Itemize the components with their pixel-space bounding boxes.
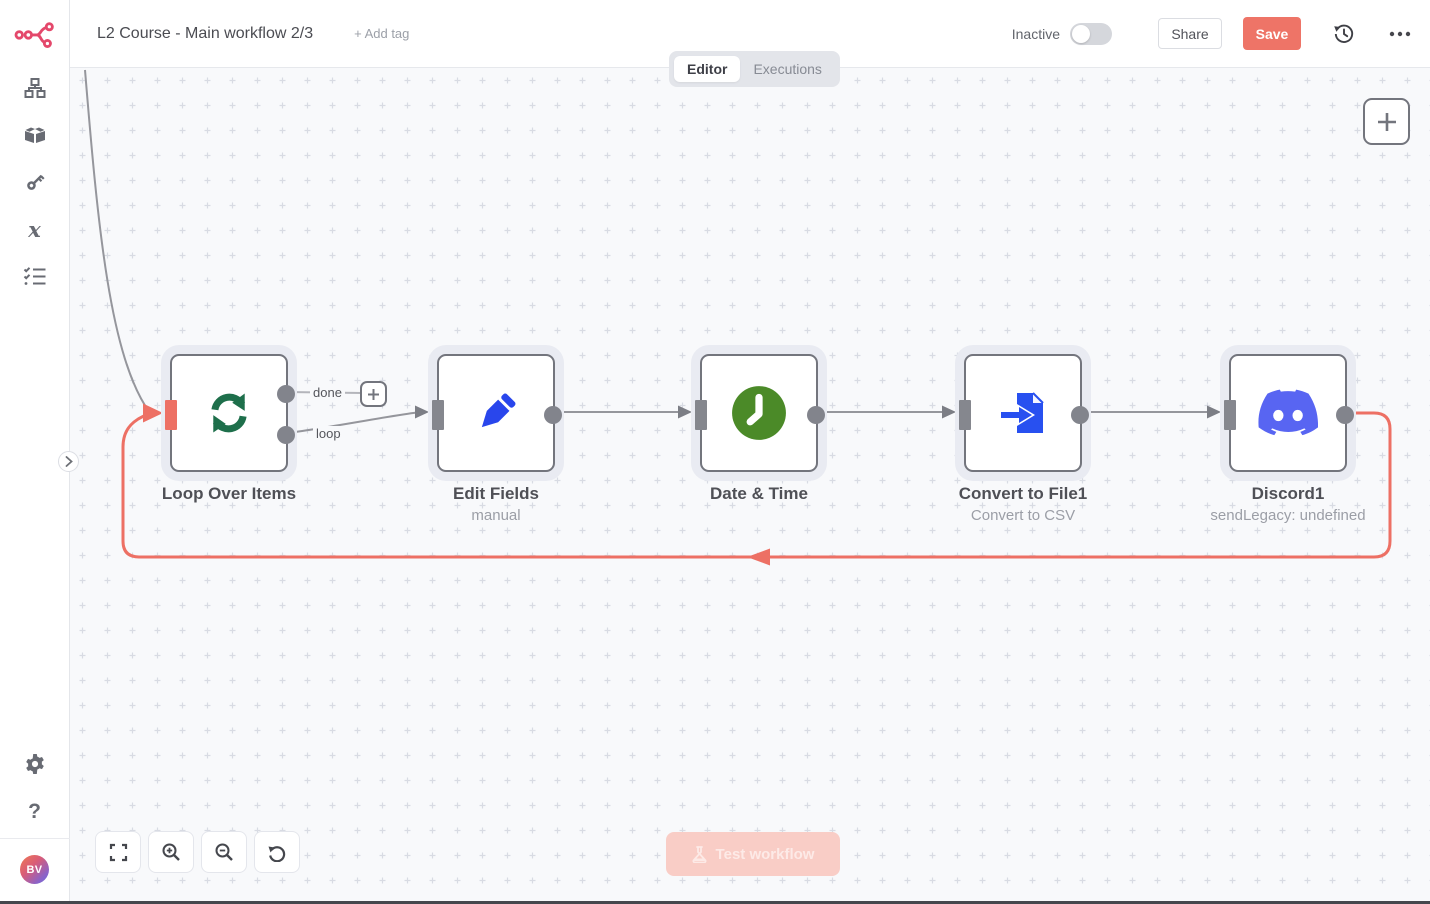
sidebar-item-templates[interactable]	[18, 123, 52, 147]
arrowhead	[678, 406, 692, 419]
fit-view-icon	[109, 843, 128, 862]
workflow-history-button[interactable]	[1331, 21, 1357, 47]
input-endpoint[interactable]	[165, 400, 177, 430]
node-discord[interactable]: Discord1 sendLegacy: undefined	[1229, 354, 1347, 472]
user-avatar[interactable]: BV	[20, 855, 49, 884]
zoom-in-icon	[161, 842, 181, 862]
output-label-done: done	[310, 385, 345, 400]
pencil-icon	[468, 385, 524, 441]
variables-icon: x	[28, 219, 41, 240]
history-icon	[1333, 23, 1355, 45]
sidebar-collapse-toggle[interactable]	[58, 451, 79, 472]
workflow-canvas[interactable]: done loop Loop Over Items	[70, 68, 1430, 904]
more-options-button[interactable]	[1387, 21, 1413, 47]
chevron-right-icon	[65, 456, 73, 467]
toggle-knob	[1072, 25, 1090, 43]
sidebar-item-credentials[interactable]	[18, 170, 52, 194]
output-endpoint[interactable]	[1071, 406, 1089, 424]
sidebar-item-help[interactable]: ?	[18, 800, 52, 824]
help-icon: ?	[28, 800, 41, 824]
zoom-out-button[interactable]	[201, 831, 247, 873]
add-tag-button[interactable]: + Add tag	[354, 26, 409, 41]
sidebar-item-variables[interactable]: x	[18, 217, 52, 241]
n8n-app: done loop Loop Over Items	[0, 0, 1430, 904]
sitemap-icon	[24, 77, 46, 99]
sidebar-item-executions[interactable]	[18, 264, 52, 288]
clock-icon	[730, 384, 788, 442]
node-convert-to-file[interactable]: Convert to File1 Convert to CSV	[964, 354, 1082, 472]
node-loop-over-items[interactable]: Loop Over Items	[170, 354, 288, 472]
zoom-in-button[interactable]	[148, 831, 194, 873]
sidebar-nav: x	[18, 76, 52, 288]
output-endpoint[interactable]	[1336, 406, 1354, 424]
header-actions: Inactive Share Save	[1012, 17, 1430, 50]
node-date-time[interactable]: Date & Time	[700, 354, 818, 472]
active-toggle[interactable]	[1070, 23, 1112, 45]
reset-zoom-icon	[267, 842, 287, 862]
tab-editor[interactable]: Editor	[674, 56, 740, 82]
connection-loop-to-editfields[interactable]	[287, 413, 417, 434]
gear-icon	[24, 753, 46, 775]
input-endpoint[interactable]	[959, 400, 971, 430]
node-body[interactable]	[700, 354, 818, 472]
add-node-button[interactable]	[1363, 98, 1410, 145]
package-icon	[23, 125, 47, 145]
node-title: Loop Over Items	[129, 484, 329, 504]
key-icon	[24, 171, 46, 193]
share-button[interactable]: Share	[1158, 18, 1222, 49]
node-title: Date & Time	[659, 484, 859, 504]
node-title: Convert to File1	[923, 484, 1123, 504]
node-body[interactable]	[964, 354, 1082, 472]
file-import-icon	[995, 385, 1051, 441]
plus-icon	[1376, 111, 1398, 133]
node-subtitle: Convert to CSV	[903, 507, 1143, 524]
node-body[interactable]	[437, 354, 555, 472]
node-title: Discord1	[1188, 484, 1388, 504]
output-endpoint-done[interactable]	[277, 385, 295, 403]
output-endpoint[interactable]	[807, 406, 825, 424]
n8n-logo[interactable]	[13, 16, 57, 50]
fit-view-button[interactable]	[95, 831, 141, 873]
output-endpoint[interactable]	[544, 406, 562, 424]
sidebar-item-workflows[interactable]	[18, 76, 52, 100]
main-sidebar: x	[0, 0, 70, 904]
workflow-title[interactable]: L2 Course - Main workflow 2/3	[97, 25, 313, 43]
loopback-input-arrowhead	[143, 404, 163, 423]
input-endpoint[interactable]	[432, 400, 444, 430]
node-body[interactable]	[170, 354, 288, 472]
loopback-mid-arrowhead	[747, 549, 770, 566]
input-endpoint[interactable]	[695, 400, 707, 430]
plus-icon	[367, 388, 380, 401]
test-workflow-label: Test workflow	[716, 846, 815, 863]
sidebar-item-settings[interactable]	[18, 752, 52, 776]
ellipsis-icon	[1389, 31, 1411, 37]
node-subtitle: sendLegacy: undefined	[1168, 507, 1408, 524]
arrowhead	[1207, 406, 1221, 419]
loop-sync-icon	[203, 387, 255, 439]
sidebar-footer: ? BV	[0, 752, 69, 904]
canvas-controls	[95, 831, 300, 873]
flask-icon	[692, 846, 707, 863]
save-button[interactable]: Save	[1243, 17, 1301, 50]
editor-executions-tabs: Editor Executions	[669, 51, 840, 87]
sidebar-divider	[0, 838, 70, 839]
input-endpoint[interactable]	[1224, 400, 1236, 430]
test-workflow-button[interactable]: Test workflow	[666, 832, 840, 876]
discord-icon	[1258, 389, 1318, 437]
reset-zoom-button[interactable]	[254, 831, 300, 873]
output-endpoint-loop[interactable]	[277, 426, 295, 444]
node-subtitle: manual	[376, 507, 616, 524]
arrowhead	[415, 406, 429, 419]
output-label-loop: loop	[313, 426, 344, 441]
incoming-connection[interactable]	[85, 70, 150, 413]
tab-executions[interactable]: Executions	[740, 56, 834, 82]
node-body[interactable]	[1229, 354, 1347, 472]
status-label: Inactive	[1012, 26, 1060, 42]
node-edit-fields[interactable]: Edit Fields manual	[437, 354, 555, 472]
arrowhead	[942, 406, 956, 419]
checklist-icon	[23, 266, 47, 286]
add-connected-node-button[interactable]	[360, 381, 387, 407]
node-title: Edit Fields	[396, 484, 596, 504]
zoom-out-icon	[214, 842, 234, 862]
